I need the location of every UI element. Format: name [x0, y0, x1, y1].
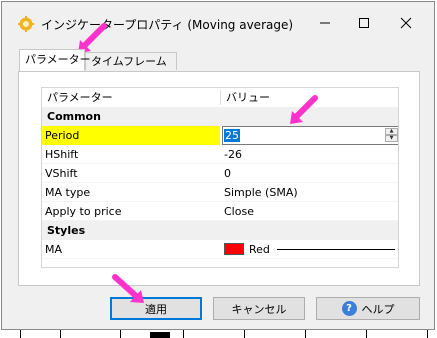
row-hshift[interactable]: HShift -26	[42, 145, 398, 164]
row-ma-style[interactable]: MA Red	[42, 240, 398, 259]
ma-style-label: MA	[45, 243, 63, 256]
close-icon	[400, 17, 412, 29]
minimize-icon	[320, 22, 330, 24]
apply-to-price-label: Apply to price	[45, 205, 122, 218]
ma-type-label: MA type	[45, 186, 91, 199]
row-period[interactable]: Period 25 ▲ ▼	[42, 126, 398, 145]
tab-parameters[interactable]: パラメーター	[19, 49, 91, 71]
row-vshift[interactable]: VShift 0	[42, 164, 398, 183]
property-grid: パラメーター バリュー Common Period 25 ▲ ▼ HShift	[41, 87, 399, 268]
chart-background-strip	[0, 330, 437, 338]
ma-style-value[interactable]: Red	[222, 240, 398, 259]
value-column-header: バリュー	[226, 91, 270, 104]
minimize-button[interactable]	[305, 10, 345, 36]
color-name: Red	[249, 243, 270, 256]
apply-to-price-value[interactable]: Close	[222, 202, 398, 221]
category-styles[interactable]: Styles	[42, 221, 398, 240]
cancel-button[interactable]: キャンセル	[213, 297, 305, 320]
category-common-label: Common	[47, 110, 101, 123]
close-button[interactable]	[386, 10, 426, 36]
period-value[interactable]: 25	[224, 129, 240, 142]
vshift-value[interactable]: 0	[222, 164, 398, 183]
period-spinner[interactable]: ▲ ▼	[385, 128, 398, 143]
line-style-preview[interactable]	[277, 249, 395, 250]
annotation-arrow-period-icon	[290, 95, 318, 124]
title-bar: インジケータープロパティ (Moving average)	[2, 2, 434, 42]
help-icon: ?	[341, 301, 357, 316]
vshift-label: VShift	[45, 167, 78, 180]
category-common[interactable]: Common	[42, 107, 398, 126]
ma-type-value[interactable]: Simple (SMA)	[222, 183, 398, 202]
cancel-button-label: キャンセル	[231, 302, 287, 316]
maximize-icon	[359, 18, 369, 28]
gear-icon	[18, 16, 34, 32]
annotation-arrow-apply-icon	[112, 274, 144, 303]
parameters-panel: パラメーター バリュー Common Period 25 ▲ ▼ HShift	[18, 71, 420, 286]
hshift-label: HShift	[45, 148, 79, 161]
color-swatch[interactable]	[224, 243, 244, 255]
help-button[interactable]: ? ヘルプ	[316, 297, 420, 320]
row-apply-to-price[interactable]: Apply to price Close	[42, 202, 398, 221]
period-label: Period	[42, 126, 220, 145]
help-button-label: ヘルプ	[361, 302, 395, 316]
category-styles-label: Styles	[47, 224, 86, 237]
hshift-value[interactable]: -26	[222, 145, 398, 164]
grid-header: パラメーター バリュー	[42, 88, 398, 107]
maximize-button[interactable]	[344, 10, 384, 36]
spin-up-icon[interactable]: ▲	[385, 128, 398, 135]
spin-down-icon[interactable]: ▼	[385, 135, 398, 142]
param-column-header: パラメーター	[47, 91, 113, 104]
row-ma-type[interactable]: MA type Simple (SMA)	[42, 183, 398, 202]
indicator-properties-dialog: インジケータープロパティ (Moving average) パラメーター タイム…	[1, 1, 435, 330]
